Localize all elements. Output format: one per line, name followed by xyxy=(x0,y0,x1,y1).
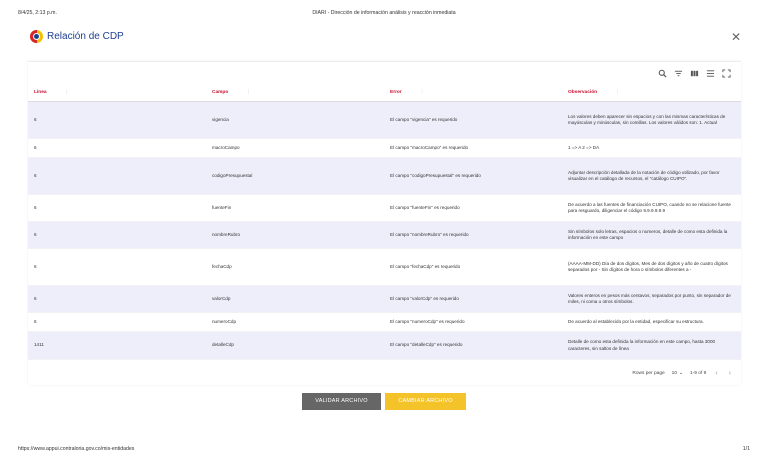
cell-linea: 6 xyxy=(28,157,206,195)
table-row: 6 codigoPresupuestal El campo "codigoPre… xyxy=(28,157,741,195)
cell-linea: 6 xyxy=(28,248,206,286)
table-row: 6 valorCdp El campo "valorCdp" es requer… xyxy=(28,285,741,313)
cell-linea: 1411 xyxy=(28,331,206,360)
table-row: 6 vigencia El campo "vigencia" es requer… xyxy=(28,101,741,139)
cell-campo: valorCdp xyxy=(206,285,384,313)
column-header-campo[interactable]: Campo ⋮ xyxy=(206,84,384,102)
cell-observacion: Valores enteros en pesos más centavos, s… xyxy=(562,285,741,313)
rows-per-page-label: Rows per page xyxy=(632,371,665,376)
dialog-title-text: Relación de CDP xyxy=(47,31,124,42)
cell-observacion: 1 => A 2 => DA xyxy=(562,138,741,158)
column-header-linea[interactable]: Línea ⋮ xyxy=(28,84,206,102)
column-menu-icon[interactable]: ⋮ xyxy=(65,90,70,95)
cell-linea: 6 xyxy=(28,138,206,158)
table-row: 6 fechaCdp El campo "fechaCdp" es requer… xyxy=(28,248,741,286)
contraloria-logo xyxy=(30,30,43,43)
pagination: Rows per page 10 ⌄ 1-9 of 9 ‹ › xyxy=(632,370,733,377)
cell-error: El campo "valorCdp" es requerido xyxy=(384,285,562,313)
column-menu-icon[interactable]: ⋮ xyxy=(246,90,251,95)
cell-error: El campo "codigoPresupuestal" es requeri… xyxy=(384,157,562,195)
dialog-title: Relación de CDP xyxy=(30,30,124,43)
cell-observacion: De acuerdo al establecido por la entidad… xyxy=(562,312,741,332)
results-table-card: Línea ⋮ Campo ⋮ Error ⋮ Observación ⋮ 6 vige… xyxy=(28,61,741,385)
print-url: https://www.appui.contraloria.gov.co/mis… xyxy=(18,446,135,452)
cell-campo: vigencia xyxy=(206,101,384,139)
validar-archivo-button[interactable]: VALIDAR ARCHIVO xyxy=(302,393,381,410)
cell-campo: detalleCdp xyxy=(206,331,384,360)
cell-observacion: Adjuntar descripción detallada de la not… xyxy=(562,157,741,195)
rows-per-page-select[interactable]: 10 ⌄ xyxy=(672,371,683,376)
cell-campo: nombreRubro xyxy=(206,221,384,249)
cell-error: El campo "macroCampo" es requerido xyxy=(384,138,562,158)
cell-linea: 6 xyxy=(28,285,206,313)
print-title: DIARI - Dirección de información análisi… xyxy=(312,10,456,16)
print-header: 8/4/25, 2:13 p.m. DIARI - Dirección de i… xyxy=(18,10,750,20)
print-page-number: 1/1 xyxy=(742,446,750,452)
table-row: 6 macroCampo El campo "macroCampo" es re… xyxy=(28,138,741,158)
cell-campo: numeroCdp xyxy=(206,312,384,332)
column-header-observacion[interactable]: Observación ⋮ xyxy=(562,84,741,102)
table-row: 6 fuenteFin El campo "fuenteFin" es requ… xyxy=(28,194,741,222)
search-icon[interactable] xyxy=(658,69,667,78)
filter-icon[interactable] xyxy=(674,69,683,78)
column-menu-icon[interactable]: ⋮ xyxy=(615,90,620,95)
density-icon[interactable] xyxy=(706,69,715,78)
table-header-row: Línea ⋮ Campo ⋮ Error ⋮ Observación ⋮ xyxy=(28,84,741,102)
columns-icon[interactable] xyxy=(690,69,699,78)
cell-linea: 6 xyxy=(28,194,206,222)
fullscreen-icon[interactable] xyxy=(722,68,731,78)
column-header-error[interactable]: Error ⋮ xyxy=(384,84,562,102)
cell-campo: fechaCdp xyxy=(206,248,384,286)
table-row: 6 numeroCdp El campo "numeroCdp" es requ… xyxy=(28,312,741,332)
cambiar-archivo-button[interactable]: CAMBIAR ARCHIVO xyxy=(385,393,466,410)
cell-campo: fuenteFin xyxy=(206,194,384,222)
cell-observacion: De acuerdo a las fuentes de financiación… xyxy=(562,194,741,222)
print-footer: https://www.appui.contraloria.gov.co/mis… xyxy=(18,446,750,456)
cell-observacion: Sin símbolos solo letras, espacios o num… xyxy=(562,221,741,249)
cell-linea: 6 xyxy=(28,101,206,139)
cell-error: El campo "nombreRubro" es requerido xyxy=(384,221,562,249)
close-icon[interactable]: ✕ xyxy=(731,31,741,43)
column-menu-icon[interactable]: ⋮ xyxy=(420,90,425,95)
results-table: Línea ⋮ Campo ⋮ Error ⋮ Observación ⋮ 6 vige… xyxy=(28,84,741,360)
table-row: 1411 detalleCdp El campo "detalleCdp" es… xyxy=(28,331,741,360)
cell-error: El campo "fuenteFin" es requerido xyxy=(384,194,562,222)
chevron-down-icon: ⌄ xyxy=(679,371,684,376)
cell-campo: codigoPresupuestal xyxy=(206,157,384,195)
chevron-left-icon[interactable]: ‹ xyxy=(713,370,719,377)
cell-observacion: (AAAA-MM-DD) Día de dos dígitos, Mes de … xyxy=(562,248,741,286)
cell-error: El campo "vigencia" es requerido xyxy=(384,101,562,139)
cell-observacion: Detalle de como esta definida la informa… xyxy=(562,331,741,360)
cell-error: El campo "fechaCdp" es requerido xyxy=(384,248,562,286)
cell-linea: 6 xyxy=(28,312,206,332)
table-toolbar xyxy=(658,68,731,78)
table-row: 6 nombreRubro El campo "nombreRubro" es … xyxy=(28,221,741,249)
pagination-range: 1-9 of 9 xyxy=(690,371,707,376)
cell-error: El campo "numeroCdp" es requerido xyxy=(384,312,562,332)
cell-error: El campo "detalleCdp" es requerido xyxy=(384,331,562,360)
cell-observacion: Los valores deben aparecer sin espacios … xyxy=(562,101,741,139)
chevron-right-icon[interactable]: › xyxy=(727,370,733,377)
cell-linea: 6 xyxy=(28,221,206,249)
cell-campo: macroCampo xyxy=(206,138,384,158)
rows-per-page-value: 10 xyxy=(671,371,677,376)
